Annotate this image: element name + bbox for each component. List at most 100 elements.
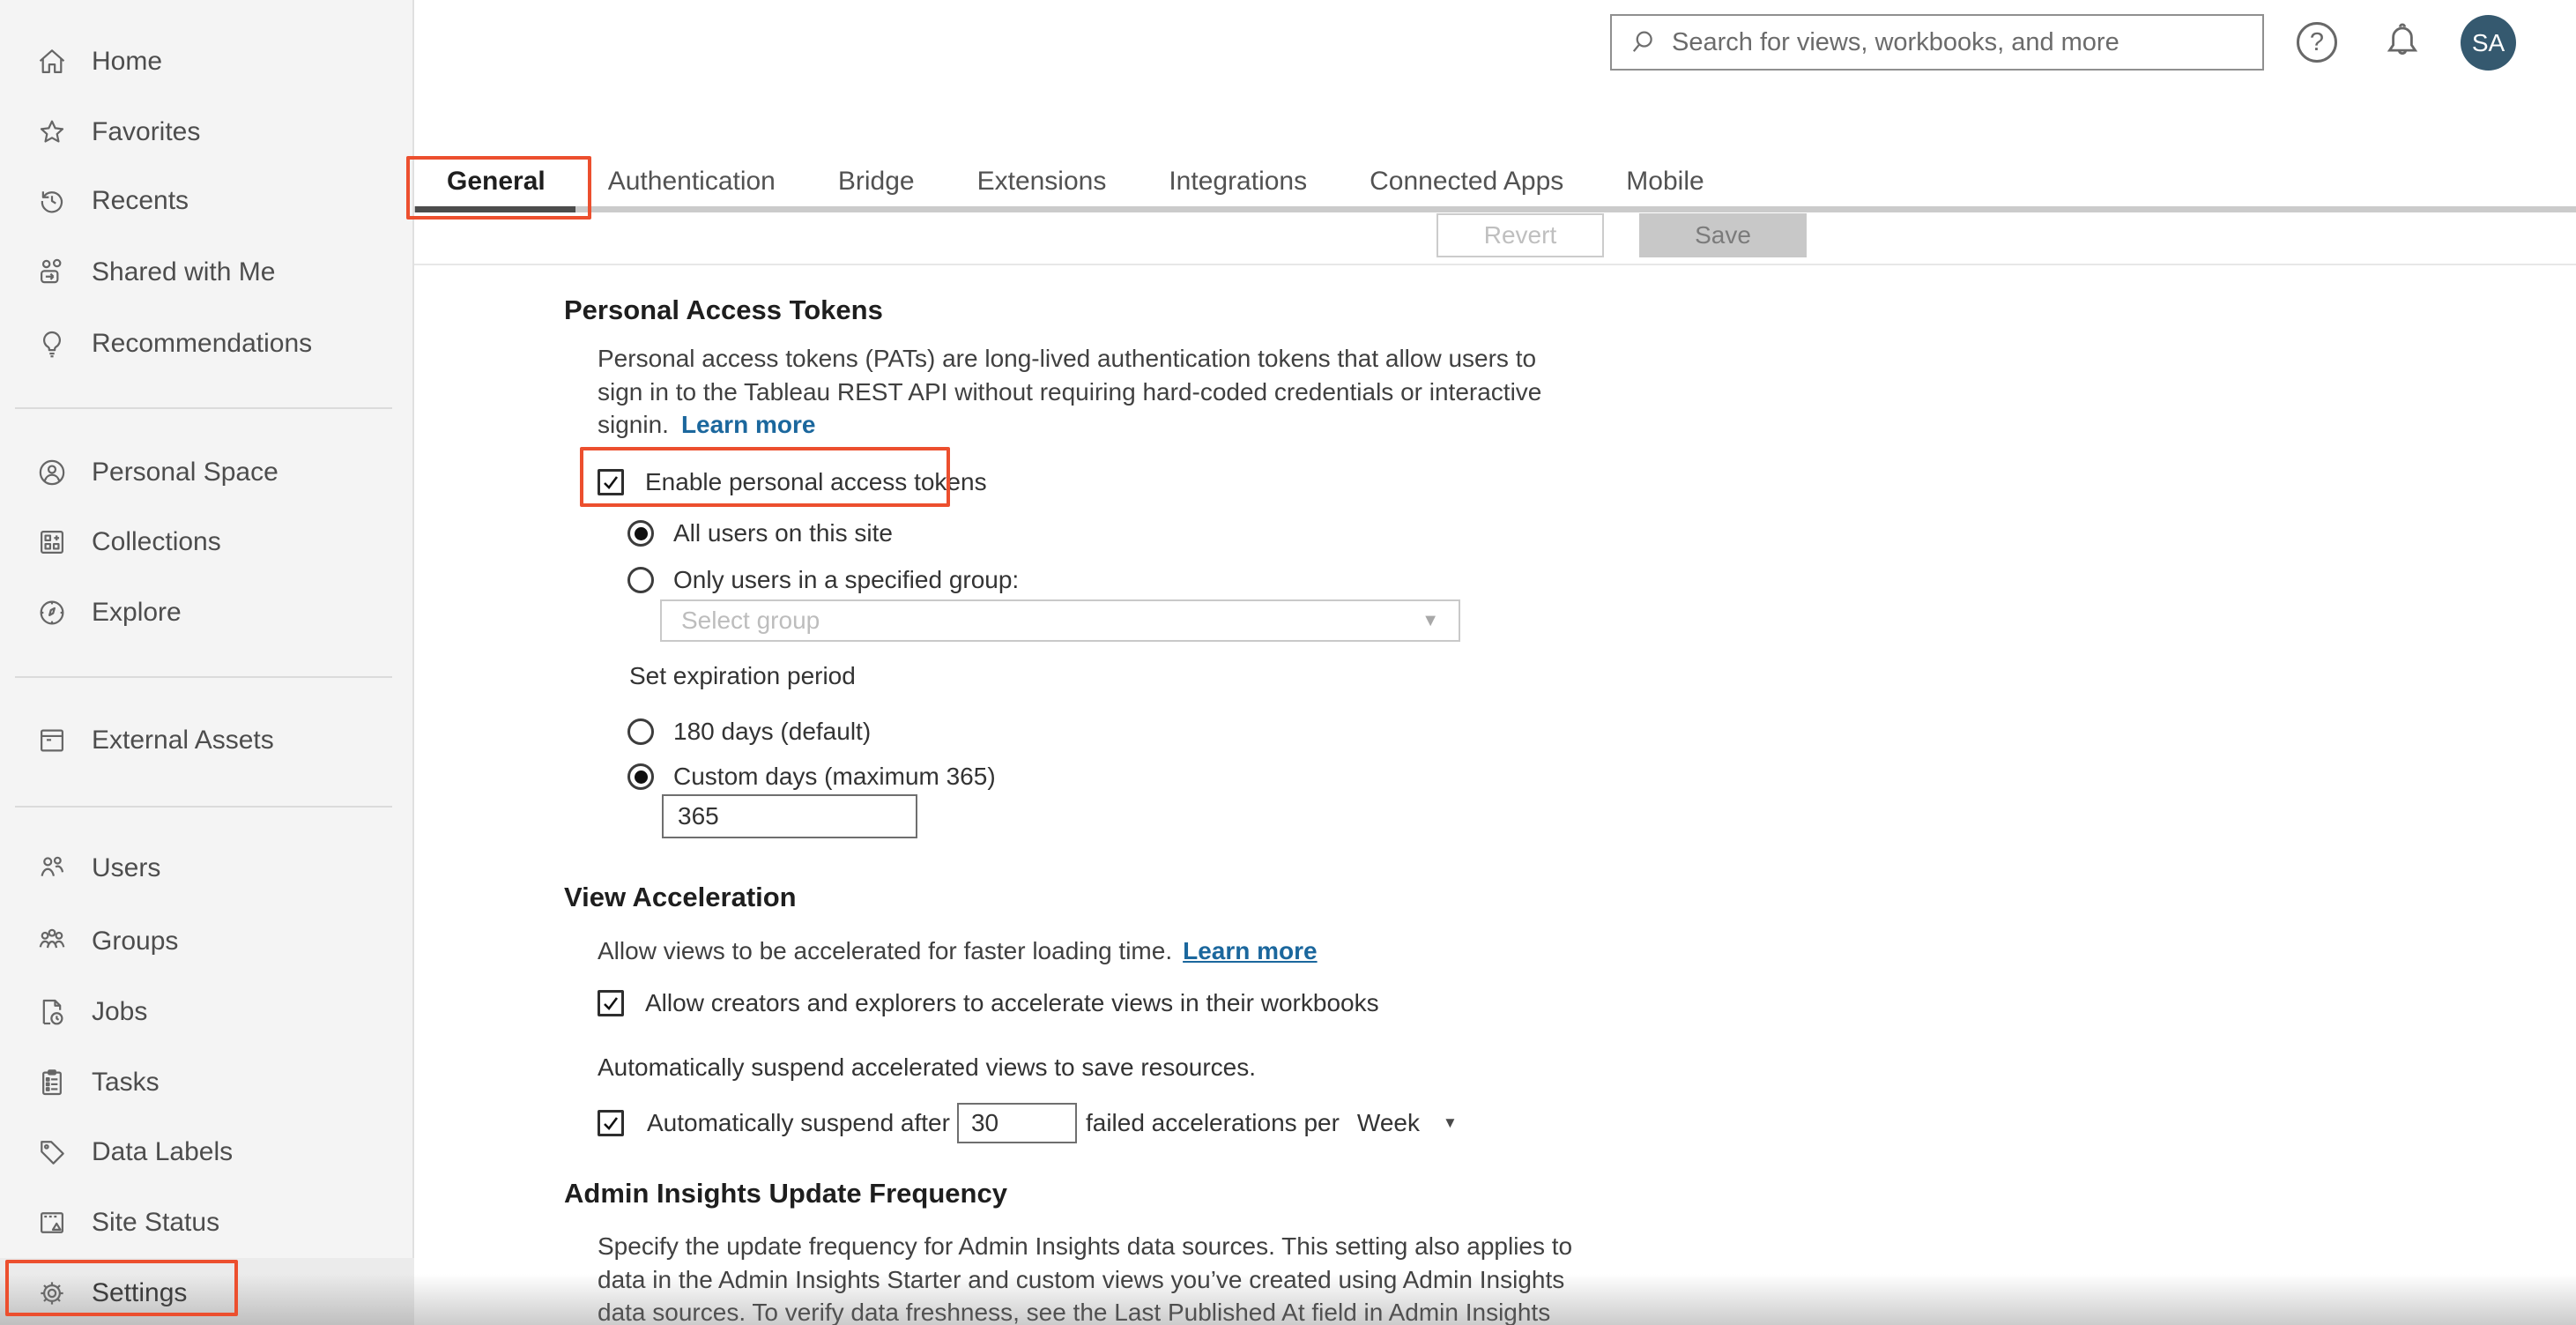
days-180-radio[interactable] <box>627 718 654 745</box>
allow-acceleration-checkbox[interactable] <box>598 990 624 1016</box>
pat-learn-more-link[interactable]: Learn more <box>681 411 816 438</box>
failed-accelerations-input[interactable] <box>956 1103 1077 1143</box>
select-group-dropdown[interactable]: Select group ▼ <box>660 599 1460 642</box>
clipboard-list-icon <box>35 1066 69 1099</box>
custom-days-radio[interactable] <box>627 763 654 790</box>
view-acceleration-description: Allow views to be accelerated for faster… <box>598 937 1318 964</box>
sidebar-item-personal-space[interactable]: Personal Space <box>0 437 414 508</box>
pat-description: Personal access tokens (PATs) are long-l… <box>598 345 1542 438</box>
tab-authentication[interactable]: Authentication <box>608 167 776 197</box>
suspend-note: Automatically suspend accelerated views … <box>598 1053 1257 1081</box>
sidebar-item-home[interactable]: Home <box>0 26 414 97</box>
avatar-initials: SA <box>2471 28 2505 56</box>
sidebar-item-tasks[interactable]: Tasks <box>0 1047 414 1118</box>
sidebar-item-label: Recents <box>92 186 189 215</box>
search-box <box>1610 14 2264 71</box>
sidebar-item-favorites[interactable]: Favorites <box>0 97 414 167</box>
sidebar-item-label: Settings <box>92 1278 188 1307</box>
sidebar-item-recommendations[interactable]: Recommendations <box>0 309 414 379</box>
sidebar-item-label: Home <box>92 47 163 76</box>
sidebar-item-collections[interactable]: Collections <box>0 507 414 577</box>
notifications-bell-icon[interactable] <box>2379 19 2425 65</box>
sidebar-item-users[interactable]: Users <box>0 833 414 904</box>
all-users-radio-row: All users on this site <box>627 519 893 547</box>
chevron-down-icon[interactable]: ▼ <box>1443 1114 1458 1132</box>
archive-box-icon <box>35 724 69 757</box>
settings-tab-bar: General Authentication Bridge Extensions… <box>447 157 1704 206</box>
sidebar-item-shared-with-me[interactable]: Shared with Me <box>0 237 414 308</box>
sidebar-item-label: External Assets <box>92 726 274 755</box>
help-icon[interactable]: ? <box>2297 22 2337 63</box>
sidebar-item-label: Collections <box>92 527 221 556</box>
tab-connected-apps[interactable]: Connected Apps <box>1370 167 1563 197</box>
site-status-window-icon <box>35 1206 69 1239</box>
sidebar-item-label: Personal Space <box>92 458 278 487</box>
va-learn-more-link[interactable]: Learn more <box>1183 937 1318 964</box>
auto-suspend-prefix-label: Automatically suspend after <box>647 1109 950 1136</box>
select-group-placeholder: Select group <box>681 607 820 634</box>
days-180-radio-row: 180 days (default) <box>627 718 871 746</box>
sidebar-item-jobs[interactable]: Jobs <box>0 977 414 1047</box>
tab-bridge[interactable]: Bridge <box>838 167 915 197</box>
users-icon <box>35 852 69 885</box>
revert-button[interactable]: Revert <box>1436 213 1604 257</box>
compass-icon <box>35 596 69 629</box>
custom-days-radio-row: Custom days (maximum 365) <box>627 763 996 791</box>
search-input[interactable] <box>1672 27 2262 57</box>
enable-pat-label: Enable personal access tokens <box>645 468 987 495</box>
tableau-site-settings-page: Home Favorites Recents Shared with Me Re <box>0 0 2576 1325</box>
toolbar-divider <box>414 264 2576 265</box>
chevron-down-icon: ▼ <box>1422 610 1439 630</box>
auto-suspend-suffix-label: failed accelerations per <box>1085 1109 1340 1136</box>
tab-extensions[interactable]: Extensions <box>977 167 1107 197</box>
home-icon <box>35 45 69 78</box>
search-icon <box>1632 31 1652 52</box>
days-180-label: 180 days (default) <box>673 718 872 745</box>
auto-suspend-row: Automatically suspend after failed accel… <box>598 1102 1458 1144</box>
allow-acceleration-row: Allow creators and explorers to accelera… <box>598 989 1379 1017</box>
allow-acceleration-label: Allow creators and explorers to accelera… <box>645 989 1379 1016</box>
sidebar-item-groups[interactable]: Groups <box>0 906 414 977</box>
save-button[interactable]: Save <box>1639 213 1807 257</box>
sidebar-item-explore[interactable]: Explore <box>0 577 414 648</box>
person-circle-icon <box>35 456 69 489</box>
sidebar-item-label: Jobs <box>92 997 148 1026</box>
auto-suspend-checkbox[interactable] <box>598 1110 624 1136</box>
custom-days-input[interactable] <box>662 794 917 838</box>
clock-history-icon <box>35 184 69 218</box>
group-users-radio[interactable] <box>627 567 654 593</box>
view-acceleration-section-title: View Acceleration <box>564 882 797 912</box>
tab-underline-track <box>414 206 2576 212</box>
sidebar: Home Favorites Recents Shared with Me Re <box>0 0 414 1325</box>
all-users-radio[interactable] <box>627 520 654 547</box>
star-icon <box>35 115 69 149</box>
custom-days-label: Custom days (maximum 365) <box>673 763 996 790</box>
sidebar-item-label: Groups <box>92 927 179 956</box>
expiration-period-label: Set expiration period <box>629 662 856 689</box>
period-dropdown-value[interactable]: Week <box>1357 1109 1420 1137</box>
admin-insights-section-title: Admin Insights Update Frequency <box>564 1178 1007 1209</box>
avatar[interactable]: SA <box>2461 15 2516 71</box>
sidebar-divider <box>15 676 392 678</box>
gear-icon <box>35 1277 69 1310</box>
groups-icon <box>35 925 69 958</box>
sidebar-item-site-status[interactable]: Site Status <box>0 1187 414 1258</box>
tab-general[interactable]: General <box>447 167 546 197</box>
sidebar-item-label: Favorites <box>92 117 201 146</box>
sidebar-item-label: Site Status <box>92 1208 220 1237</box>
tab-integrations[interactable]: Integrations <box>1169 167 1307 197</box>
all-users-label: All users on this site <box>673 519 893 547</box>
sidebar-item-data-labels[interactable]: Data Labels <box>0 1117 414 1187</box>
group-users-radio-row: Only users in a specified group: <box>627 566 1019 594</box>
tab-mobile[interactable]: Mobile <box>1626 167 1704 197</box>
sidebar-item-label: Recommendations <box>92 329 313 358</box>
shared-with-me-icon <box>35 256 69 289</box>
sidebar-item-label: Explore <box>92 598 182 627</box>
sidebar-divider <box>15 407 392 409</box>
enable-pat-row: Enable personal access tokens <box>598 468 987 496</box>
sidebar-item-settings[interactable]: Settings <box>0 1258 414 1325</box>
sidebar-item-recents[interactable]: Recents <box>0 166 414 236</box>
sidebar-item-label: Tasks <box>92 1068 160 1097</box>
enable-pat-checkbox[interactable] <box>598 469 624 495</box>
sidebar-item-external-assets[interactable]: External Assets <box>0 705 414 776</box>
